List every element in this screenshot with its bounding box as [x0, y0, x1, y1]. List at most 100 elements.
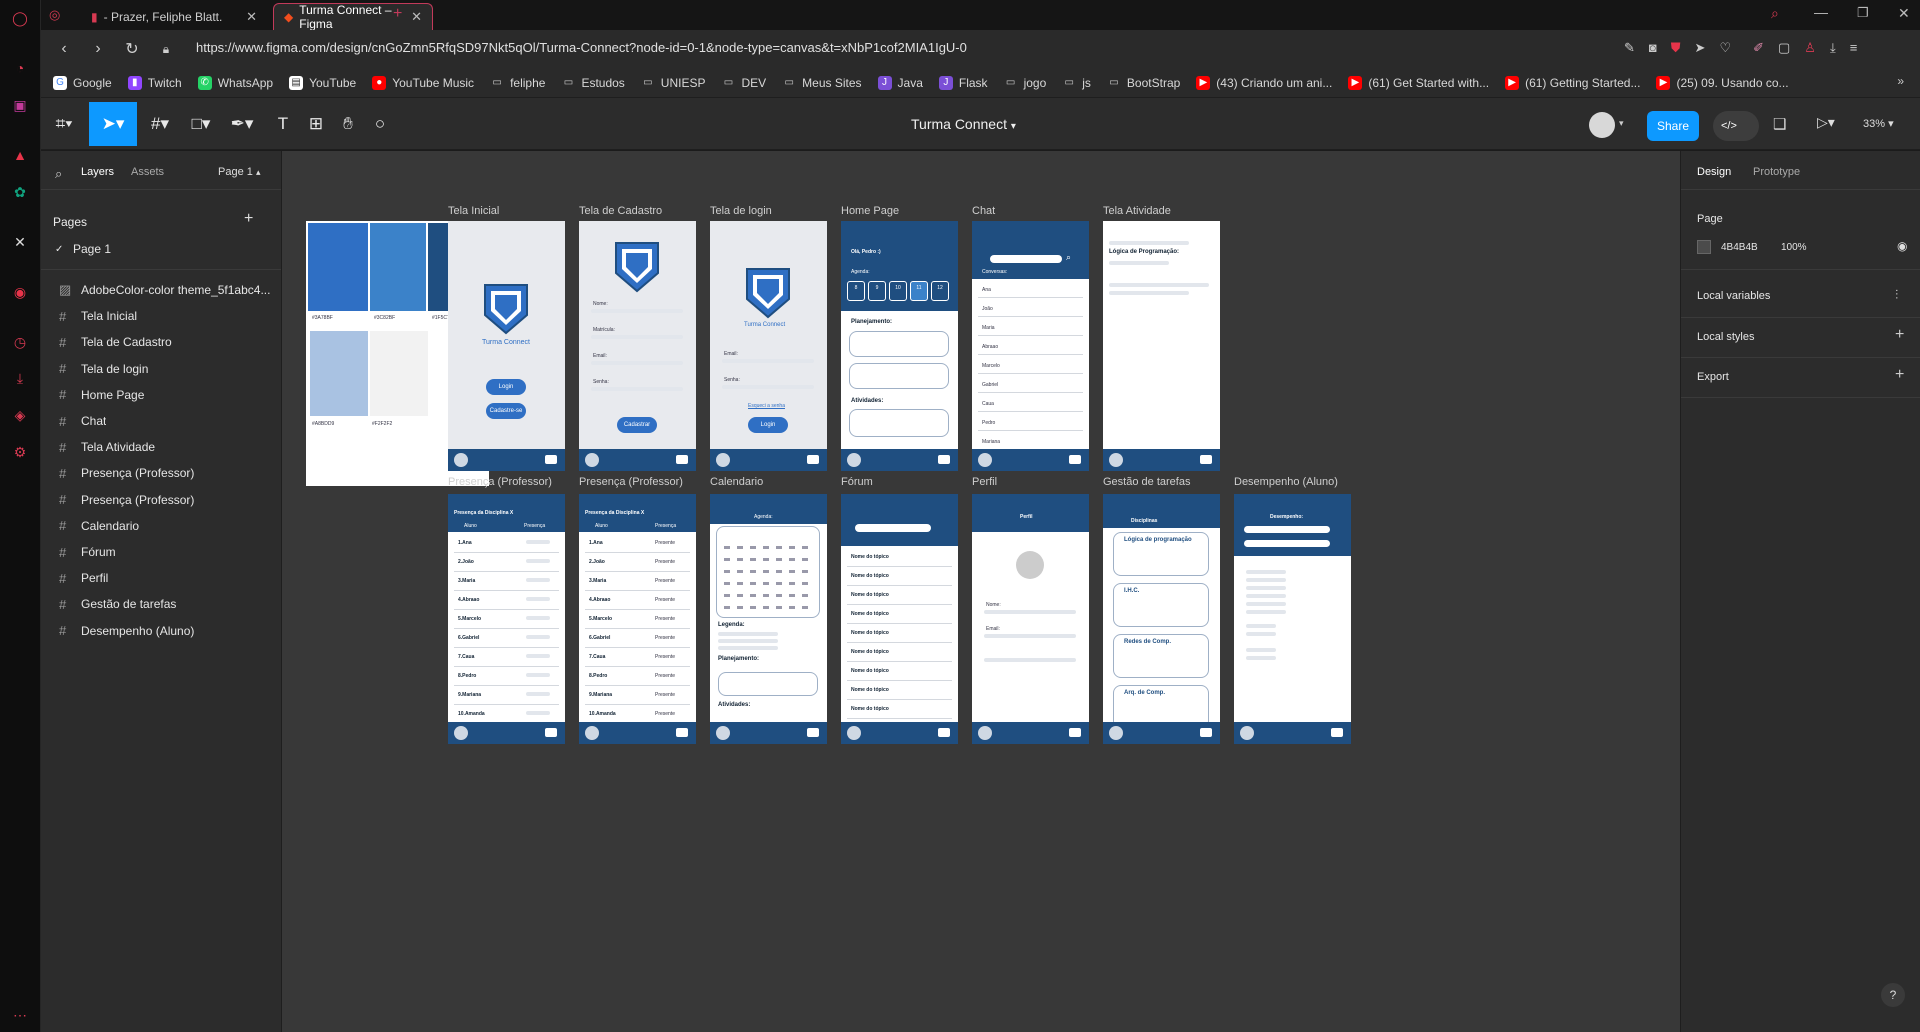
topic-title[interactable]: Nome do tópico — [851, 611, 889, 617]
bookmark-item[interactable]: ▭ UNIESP — [641, 76, 705, 90]
calendar-day[interactable] — [776, 582, 782, 585]
calendar-day[interactable] — [750, 558, 756, 561]
frame-tela-atividade[interactable]: Lógica de Programação: — [1103, 221, 1220, 471]
topic-title[interactable]: Nome do tópico — [851, 706, 889, 712]
presence-status[interactable]: Presente — [655, 711, 675, 717]
avatar[interactable] — [1016, 551, 1044, 579]
page-item-page-1[interactable]: ✓ Page 1 — [41, 236, 281, 262]
frame-label[interactable]: Gestão de tarefas — [1103, 476, 1190, 488]
topic-title[interactable]: Nome do tópico — [851, 668, 889, 674]
presence-status[interactable]: Presente — [655, 692, 675, 698]
export-section[interactable]: Export — [1697, 371, 1729, 383]
bookmark-item[interactable]: G Google — [53, 75, 112, 90]
chat-icon[interactable] — [938, 728, 950, 737]
layer-item[interactable]: # Fórum — [41, 539, 281, 565]
chat-icon[interactable] — [545, 455, 557, 464]
frame-tela-inicial[interactable]: Turma Connect Login Cadastre-se — [448, 221, 565, 471]
bookmark-item[interactable]: ▶ (61) Getting Started... — [1505, 75, 1640, 90]
frame-label[interactable]: Fórum — [841, 476, 873, 488]
profile-icon[interactable]: ♙ — [1804, 40, 1816, 56]
tab-assets[interactable]: Assets — [131, 166, 164, 178]
planning-card[interactable] — [718, 672, 818, 696]
local-styles[interactable]: Local styles — [1697, 331, 1754, 343]
calendar-day[interactable] — [724, 582, 730, 585]
history-icon[interactable]: ◷ — [10, 332, 30, 352]
chat-icon[interactable] — [807, 455, 819, 464]
comment-tool-icon[interactable]: ○ — [363, 106, 397, 142]
hand-tool-icon[interactable]: ✋︎ — [331, 106, 365, 142]
chat-contact-name[interactable]: João — [982, 306, 993, 312]
search-input[interactable] — [990, 255, 1062, 263]
box-icon[interactable]: ▢ — [1778, 40, 1790, 56]
topic-title[interactable]: Nome do tópico — [851, 592, 889, 598]
shape-tool-icon[interactable]: □▾ — [184, 106, 218, 142]
chat-icon[interactable] — [1200, 728, 1212, 737]
chevron-down-icon[interactable]: ▾ — [1619, 118, 1624, 129]
eye-icon[interactable]: ◉ — [1897, 239, 1907, 253]
info-icon[interactable] — [454, 726, 468, 740]
calendar-day[interactable] — [802, 594, 808, 597]
calendar-day[interactable] — [802, 606, 808, 609]
planning-card[interactable] — [849, 363, 949, 389]
layer-item[interactable]: # Calendario — [41, 513, 281, 539]
activity-card[interactable] — [849, 409, 949, 437]
frame-label[interactable]: Tela Inicial — [448, 205, 499, 217]
add-page-icon[interactable]: + — [244, 210, 253, 228]
layer-item[interactable]: # Chat — [41, 408, 281, 434]
info-icon[interactable] — [716, 453, 730, 467]
chat-icon[interactable] — [1069, 455, 1081, 464]
address-bar[interactable]: https://www.figma.com/design/cnGoZmn5Rfq… — [196, 40, 967, 55]
frame-label[interactable]: Perfil — [972, 476, 997, 488]
frame-desempenho[interactable]: Desempenho: — [1234, 494, 1351, 744]
local-variables[interactable]: Local variables — [1697, 290, 1770, 302]
info-icon[interactable] — [454, 453, 468, 467]
bookmark-item[interactable]: ▭ Estudos — [561, 76, 625, 90]
info-icon[interactable] — [585, 453, 599, 467]
register-button[interactable]: Cadastrar — [617, 417, 657, 433]
bookmark-item[interactable]: ▮ Twitch — [127, 75, 182, 90]
calendar-day[interactable] — [737, 570, 743, 573]
twitch-icon[interactable]: ▣ — [10, 95, 30, 115]
chat-contact-name[interactable]: Marcelo — [982, 363, 1000, 369]
layer-item[interactable]: # Gestão de tarefas — [41, 591, 281, 617]
move-tool-icon[interactable]: ➤▾ — [89, 102, 137, 146]
calendar-day[interactable] — [789, 606, 795, 609]
period-select[interactable] — [1244, 540, 1330, 547]
chat-icon[interactable] — [1069, 728, 1081, 737]
topic-title[interactable]: Nome do tópico — [851, 649, 889, 655]
tab-figma[interactable]: ◆ Turma Connect – Figma ✕ — [273, 3, 433, 31]
calendar-day[interactable] — [776, 558, 782, 561]
calendar-day[interactable] — [763, 546, 769, 549]
frame-presenca-professor[interactable]: Presença da Disciplina X Aluno Presença 1.A… — [448, 494, 565, 744]
calendar-day[interactable] — [724, 558, 730, 561]
chat-icon[interactable] — [807, 728, 819, 737]
chat-icon[interactable] — [676, 728, 688, 737]
calendar-day[interactable] — [750, 582, 756, 585]
frame-label[interactable]: Presença (Professor) — [579, 476, 683, 488]
bookmark-item[interactable]: ▶ (43) Criando um ani... — [1196, 75, 1332, 90]
file-title[interactable]: Turma Connect ▾ — [911, 116, 1016, 132]
forward-icon[interactable]: › — [81, 40, 115, 58]
bookmark-item[interactable]: ● YouTube Music — [372, 75, 474, 90]
tab-layers[interactable]: Layers — [81, 166, 114, 178]
calendar-day[interactable] — [776, 606, 782, 609]
calendar-day[interactable] — [724, 594, 730, 597]
agenda-day[interactable]: 10 — [889, 281, 907, 301]
info-icon[interactable] — [847, 453, 861, 467]
add-style-icon[interactable]: + — [1895, 326, 1904, 344]
fill-hex[interactable]: 4B4B4B — [1721, 242, 1758, 253]
gamepad-icon[interactable]: ◎ — [49, 7, 60, 23]
frame-gestao-tarefas[interactable]: Disciplinas Lógica de programação I.H.C. Re… — [1103, 494, 1220, 744]
calendar-day[interactable] — [763, 606, 769, 609]
subject-card[interactable]: I.H.C. — [1113, 583, 1209, 627]
calendar-day[interactable] — [802, 558, 808, 561]
layer-item[interactable]: # Perfil — [41, 565, 281, 591]
forgot-password-link[interactable]: Esqueci a senha — [748, 403, 785, 409]
edit-icon[interactable]: ✎ — [1624, 40, 1635, 56]
design-canvas[interactable]: #3A78BF #3C82BF #1F5C73 #A8BDD9 #F2F2F2 Tela … — [282, 151, 1680, 1032]
reload-icon[interactable]: ↻ — [115, 39, 149, 59]
calendar-day[interactable] — [789, 570, 795, 573]
share-button[interactable]: Share — [1647, 111, 1699, 141]
chat-icon[interactable] — [1200, 455, 1212, 464]
layer-item[interactable]: # Desempenho (Aluno) — [41, 618, 281, 644]
